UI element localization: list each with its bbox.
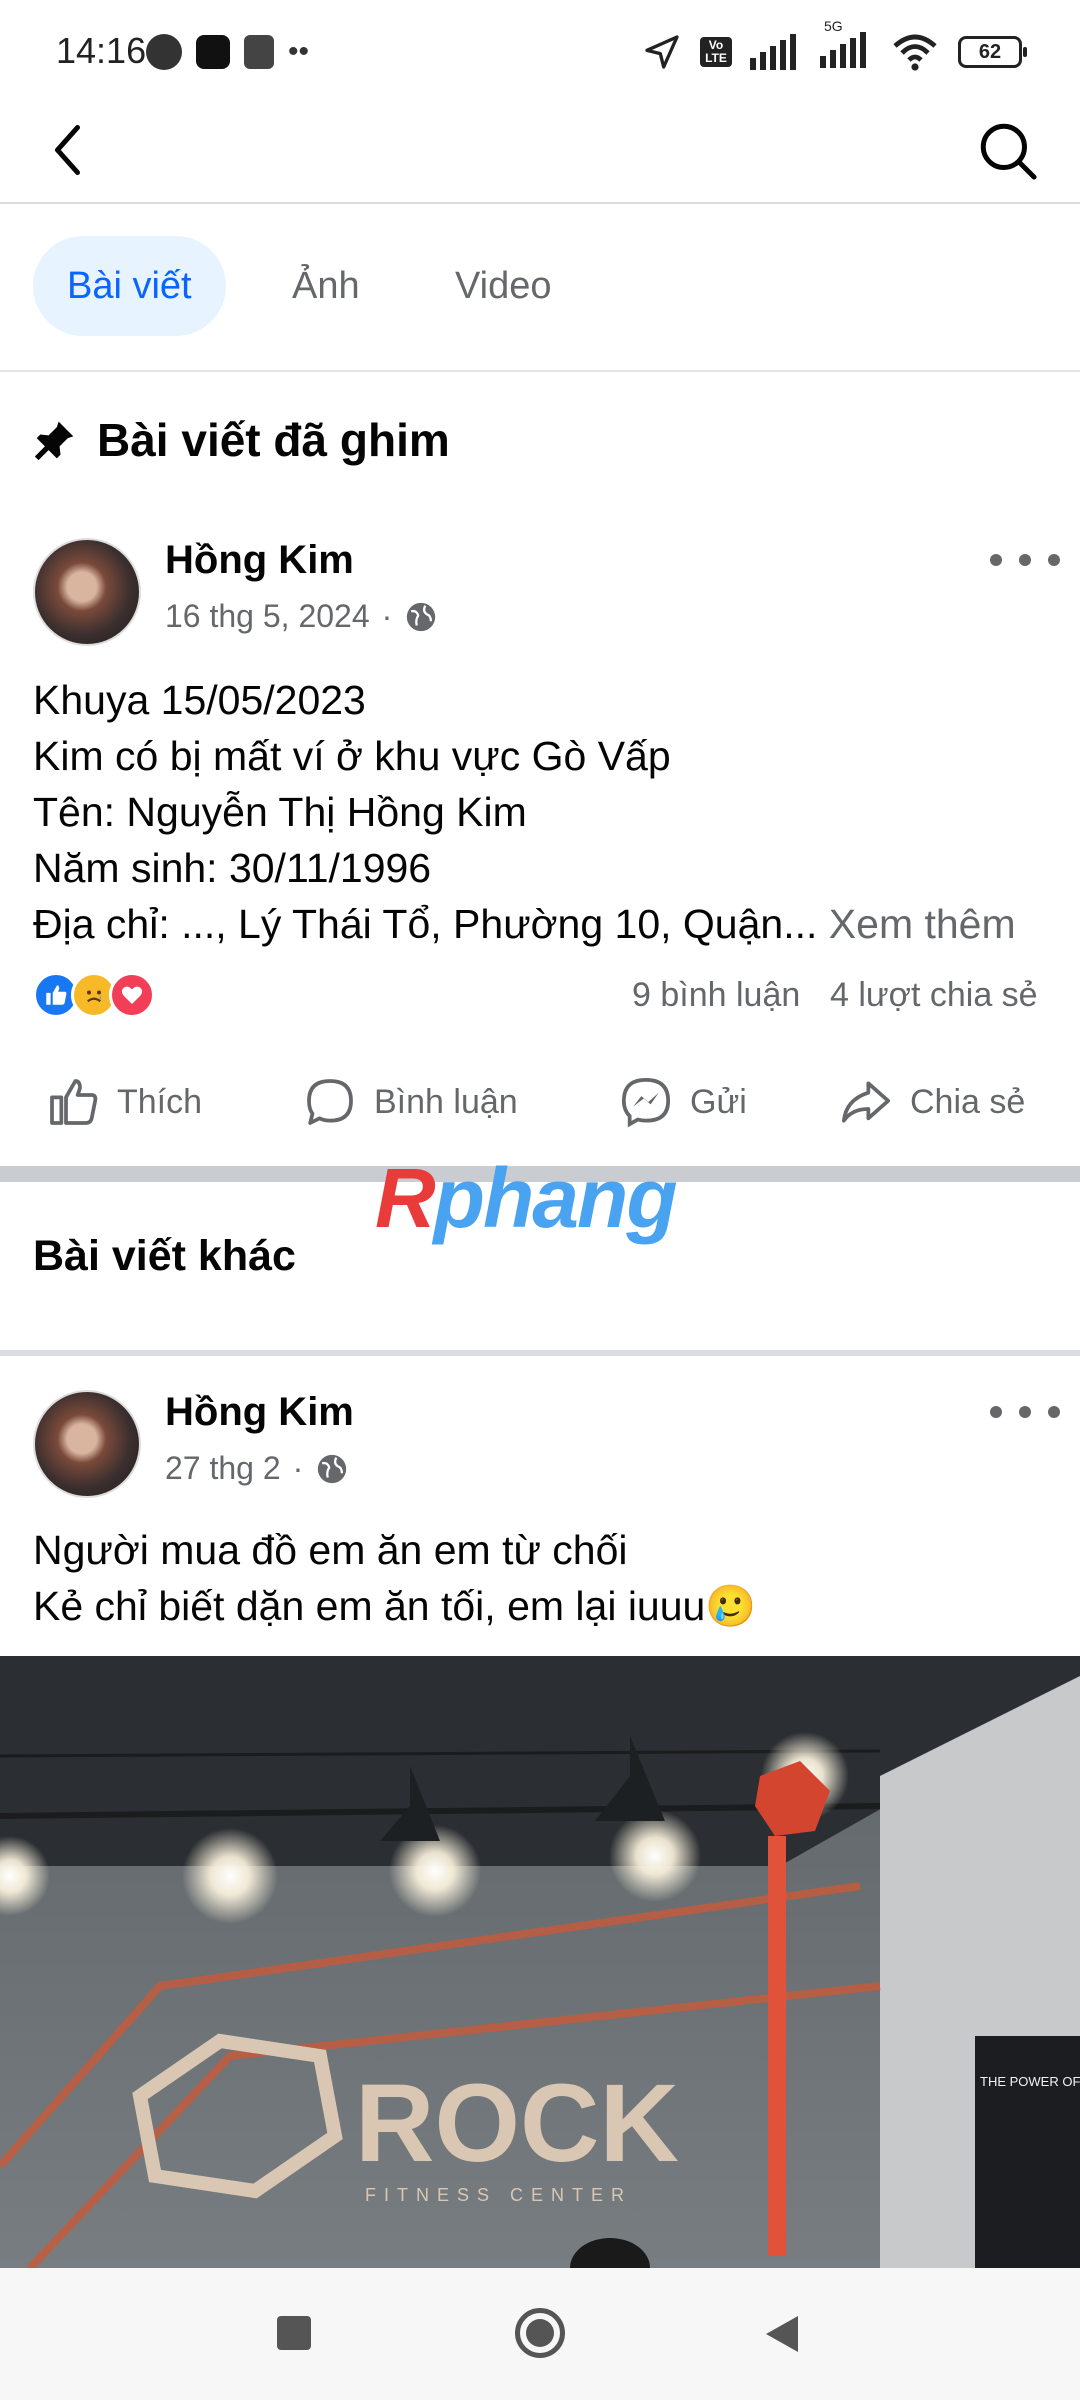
post-photo[interactable]: ROCK FITNESS CENTER THE POWER OF SELF DI… (0, 1656, 1080, 2268)
avatar[interactable] (33, 538, 141, 646)
pinned-header: Bài viết đã ghim (33, 400, 450, 480)
status-bar: 14:16 •• Vo LTE 5G 62 (0, 0, 1080, 100)
back-triangle-icon (766, 2316, 798, 2352)
photo-subsign-text: FITNESS CENTER (365, 2185, 632, 2205)
share-label: Chia sẻ (910, 1082, 1026, 1121)
signal-icon (750, 34, 796, 70)
post-text: Người mua đồ em ăn em từ chối Kẻ chỉ biế… (33, 1522, 1053, 1634)
messenger-icon (621, 1077, 671, 1128)
search-icon (980, 123, 1037, 180)
see-more-link[interactable]: Xem thêm (829, 901, 1016, 947)
post-date[interactable]: 16 thg 5, 2024 (165, 598, 370, 635)
pin-icon (34, 421, 74, 461)
top-nav (0, 100, 1080, 204)
gym-photo-art: ROCK FITNESS CENTER THE POWER OF SELF DI… (0, 1656, 1080, 2268)
post-line: Địa chỉ: ..., Lý Thái Tổ, Phường 10, Quậ… (33, 901, 818, 947)
photo-poster-text: THE POWER OF SELF DISCIPLINE IN SPORT (980, 2074, 1080, 2089)
battery-icon: 62 (958, 36, 1027, 68)
post-date[interactable]: 27 thg 2 (165, 1450, 281, 1487)
photo-sign-text: ROCK (355, 2062, 679, 2185)
shop-icon (244, 35, 274, 69)
other-posts-title: Bài viết khác (33, 1232, 296, 1280)
globe-icon (318, 1454, 347, 1483)
square-app-icon (196, 35, 230, 69)
post-meta: 27 thg 2 · (165, 1450, 349, 1487)
like-label: Thích (117, 1082, 203, 1121)
back-arrow-icon (55, 125, 80, 175)
send-button[interactable]: Gửi (618, 1074, 747, 1130)
comment-label: Bình luận (374, 1082, 518, 1121)
system-nav-bar (0, 2268, 1080, 2400)
battery-level: 62 (978, 40, 1002, 63)
post-meta: 16 thg 5, 2024 · (165, 598, 438, 635)
post-line: Năm sinh: 30/11/1996 (33, 845, 432, 891)
status-time: 14:16 (56, 30, 147, 71)
comment-button[interactable]: Bình luận (302, 1074, 518, 1130)
volte-badge: Vo LTE (700, 37, 732, 67)
post-line: Người mua đồ em ăn em từ chối (33, 1527, 628, 1573)
signal-5g-icon (820, 31, 866, 68)
watermark-logo: Rphang (375, 1150, 678, 1247)
back-nav-button[interactable] (762, 2314, 800, 2359)
like-button[interactable]: Thích (45, 1074, 202, 1130)
post-line: Khuya 15/05/2023 (33, 677, 366, 723)
comment-count[interactable]: 9 bình luận (632, 976, 800, 1015)
like-icon (50, 1079, 98, 1125)
post-more-button[interactable] (990, 540, 1060, 580)
post-author[interactable]: Hồng Kim (165, 538, 354, 583)
post-line: Kẻ chỉ biết dặn em ăn tối, em lại iuuu🥲 (33, 1583, 757, 1629)
pinned-title: Bài viết đã ghim (97, 414, 450, 466)
post-author[interactable]: Hồng Kim (165, 1390, 354, 1435)
watermark-part1: R (375, 1151, 436, 1245)
status-right: Vo LTE 5G 62 (642, 18, 1027, 74)
tab-photos[interactable]: Ảnh (292, 236, 360, 336)
ex-badge-icon (146, 34, 182, 70)
meta-separator: · (381, 598, 393, 634)
meta-separator: · (292, 1450, 304, 1486)
content-tabs: Bài viết Ảnh Video (0, 204, 1080, 372)
tab-videos[interactable]: Video (455, 236, 552, 336)
globe-icon (407, 602, 436, 631)
watermark-part2: phang (433, 1151, 678, 1245)
more-dots-icon: •• (288, 35, 310, 68)
share-button[interactable]: Chia sẻ (838, 1074, 1025, 1130)
post-text: Khuya 15/05/2023 Kim có bị mất ví ở khu … (33, 672, 1053, 952)
send-label: Gửi (690, 1082, 747, 1121)
reactions[interactable] (33, 972, 155, 1018)
network-5g-label: 5G (824, 17, 843, 34)
post-line-last: Địa chỉ: ..., Lý Thái Tổ, Phường 10, Quậ… (33, 896, 1053, 952)
section-divider-thin (0, 1350, 1080, 1356)
avatar[interactable] (33, 1390, 141, 1498)
comment-icon (307, 1079, 353, 1125)
recents-button[interactable] (277, 2316, 311, 2350)
wifi-icon (893, 34, 937, 71)
share-icon (841, 1081, 891, 1123)
back-button[interactable] (40, 120, 100, 180)
post-line: Kim có bị mất ví ở khu vực Gò Vấp (33, 733, 671, 779)
love-reaction-icon (109, 972, 155, 1018)
post-line: Tên: Nguyễn Thị Hồng Kim (33, 789, 527, 835)
tab-posts[interactable]: Bài viết (33, 236, 226, 336)
location-arrow-icon (645, 35, 679, 69)
search-button[interactable] (975, 118, 1041, 184)
home-button[interactable] (515, 2308, 565, 2358)
post-more-button[interactable] (990, 1392, 1060, 1432)
share-count[interactable]: 4 lượt chia sẻ (830, 976, 1038, 1015)
